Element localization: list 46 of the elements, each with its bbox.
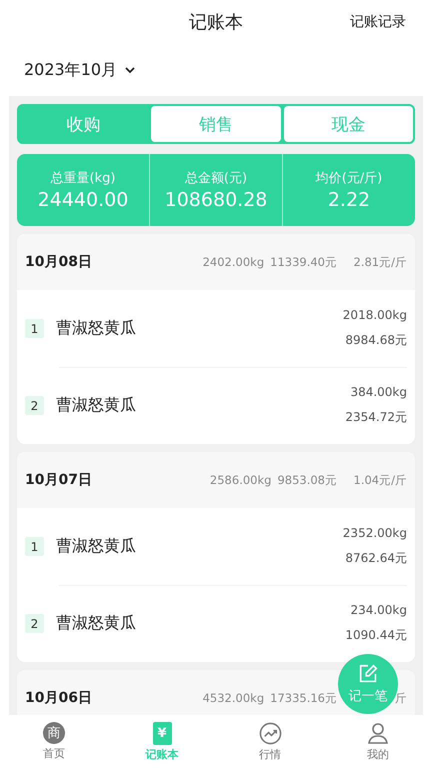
index-badge: 1: [25, 537, 44, 556]
item-weight: 234.00kg: [350, 603, 407, 617]
day-price: 2.81元/斤: [354, 254, 407, 270]
nav-tab[interactable]: 我的: [324, 715, 432, 768]
item-name: 曹淑怒黄瓜: [56, 613, 137, 634]
notebook-icon: ¥: [152, 722, 172, 744]
day-amount: 17335.16元: [270, 690, 337, 706]
day-weight: 2402.00kg: [202, 254, 264, 270]
total-value: 24440.00: [38, 189, 128, 211]
shop-icon: 商: [43, 722, 65, 744]
day-weight: 4532.00kg: [202, 690, 264, 706]
page-title: 记账本: [189, 11, 243, 34]
day-price: 1.04元/斤: [354, 472, 407, 488]
total-value: 108680.28: [164, 189, 268, 211]
item-weight: 2018.00kg: [342, 308, 407, 322]
index-badge: 2: [25, 614, 44, 633]
trend-chart-icon: [258, 722, 282, 744]
day-weight: 2586.00kg: [210, 472, 272, 488]
total-label: 均价(元/斤): [316, 170, 382, 187]
total-label: 总金额(元): [184, 170, 248, 187]
total-value: 2.22: [328, 189, 370, 211]
records-link[interactable]: 记账记录: [350, 13, 406, 31]
index-badge: 2: [25, 396, 44, 415]
item-amount: 8984.68元: [345, 332, 407, 349]
item-name: 曹淑怒黄瓜: [56, 536, 137, 557]
item-weight: 2352.00kg: [342, 526, 407, 540]
person-icon: [366, 721, 390, 745]
item-amount: 8762.64元: [345, 550, 407, 567]
day-date: 10月06日: [25, 689, 92, 707]
item-weight: 384.00kg: [350, 385, 407, 399]
month-selector[interactable]: 2023年10月: [24, 60, 136, 80]
edit-icon: [357, 663, 379, 685]
nav-tab[interactable]: 商 首页: [0, 715, 108, 768]
day-date: 10月08日: [25, 253, 92, 271]
total-label: 总重量(kg): [50, 170, 116, 187]
item-name: 曹淑怒黄瓜: [56, 395, 137, 416]
chevron-down-icon: [125, 66, 136, 74]
day-price: 斤: [395, 690, 407, 706]
item-amount: 1090.44元: [345, 627, 407, 644]
nav-tab[interactable]: 行情: [216, 715, 324, 768]
item-name: 曹淑怒黄瓜: [56, 318, 137, 339]
index-badge: 1: [25, 319, 44, 338]
day-amount: 9853.08元: [277, 472, 337, 488]
item-amount: 2354.72元: [345, 409, 407, 426]
day-date: 10月07日: [25, 471, 92, 489]
day-amount: 11339.40元: [270, 254, 337, 270]
